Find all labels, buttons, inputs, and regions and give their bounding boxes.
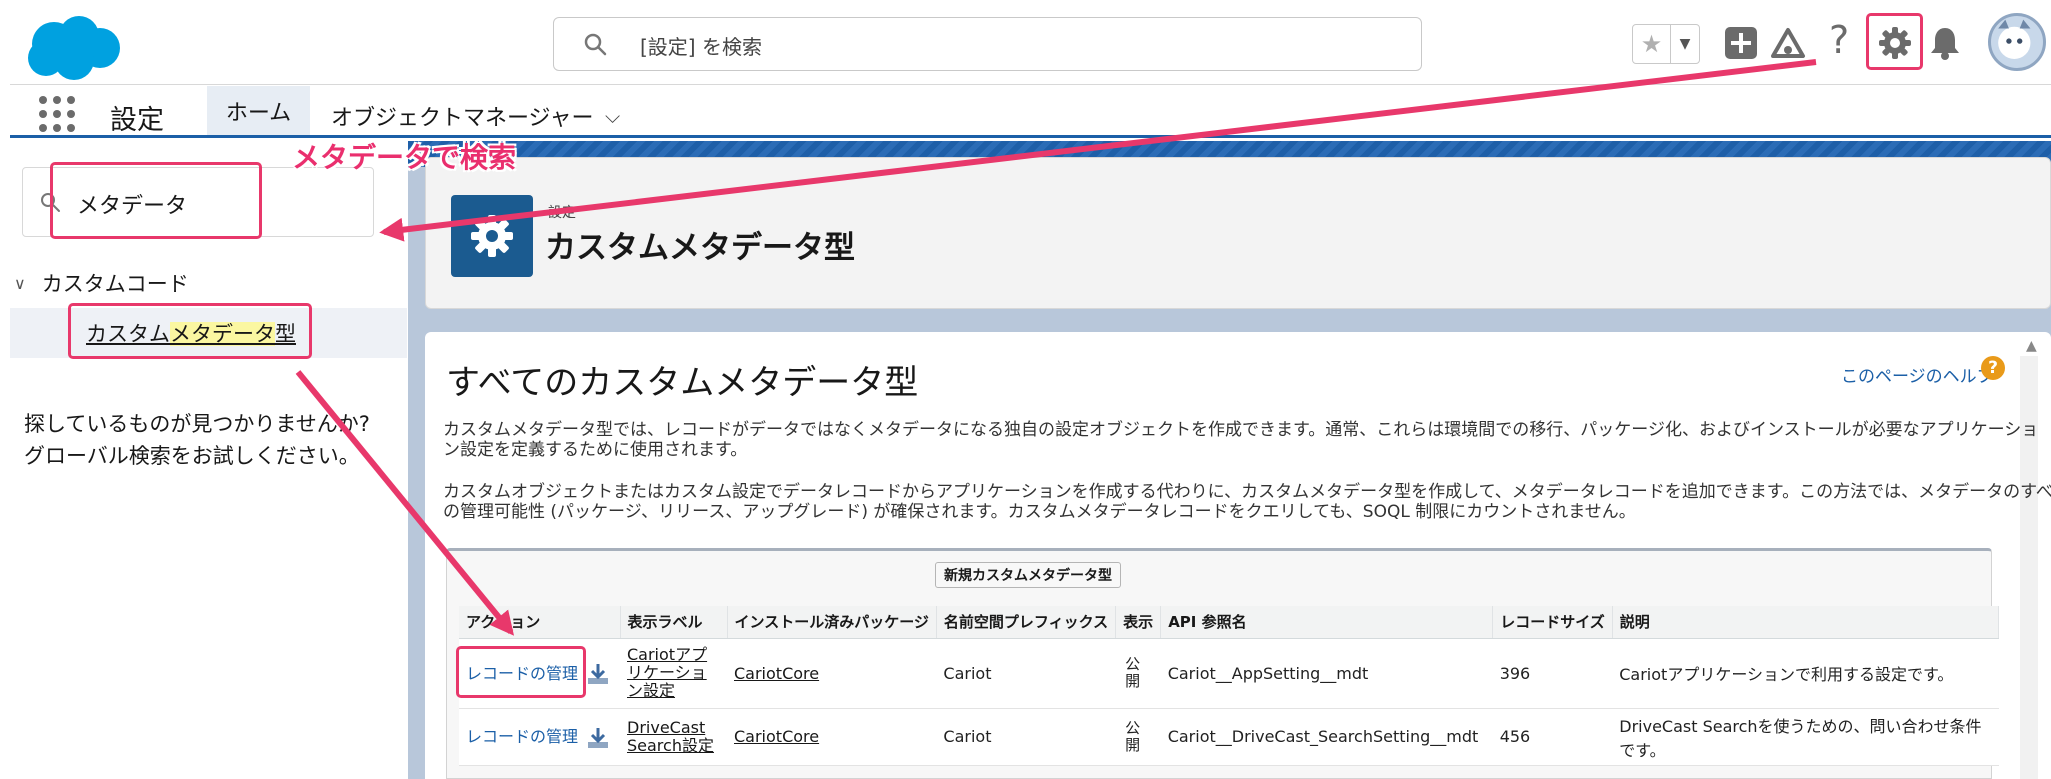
description-paragraph-2: カスタムオブジェクトまたはカスタム設定でデータレコードからアプリケーションを作成… [443, 482, 2051, 522]
column-header[interactable]: 名前空間プレフィックス [936, 606, 1117, 639]
not-found-message: 探しているものが見つかりませんか? グローバル検索をお試しください。 [24, 408, 370, 472]
table-header-row: アクション 表示ラベル インストール済みパッケージ 名前空間プレフィックス 表示… [459, 606, 2000, 639]
package-cell: CariotCore [727, 708, 937, 766]
new-custom-metadata-type-button[interactable]: 新規カスタムメタデータ型 [935, 562, 1121, 588]
download-icon[interactable] [586, 662, 610, 686]
column-header[interactable]: インストール済みパッケージ [727, 606, 937, 639]
chevron-down-icon[interactable]: ⌵ [605, 104, 620, 128]
app-launcher-icon[interactable] [38, 95, 76, 133]
annotation-box-quick-find [50, 162, 262, 239]
annotation-box-gear [1866, 13, 1923, 70]
metadata-types-table: アクション 表示ラベル インストール済みパッケージ 名前空間プレフィックス 表示… [459, 606, 2000, 766]
not-found-line-2: グローバル検索をお試しください。 [24, 444, 360, 468]
help-icon[interactable]: ? [1829, 18, 1849, 62]
visibility-value: 公開 [1125, 655, 1141, 690]
namespace-cell: Cariot [936, 708, 1116, 766]
description-line: カスタムメタデータ型では、レコードがデータではなくメタデータになる独自の設定オブ… [443, 420, 2039, 440]
favorites-button[interactable]: ★ ▼ [1632, 24, 1700, 64]
column-header[interactable]: 表示ラベル [620, 606, 728, 639]
global-search-input[interactable]: [設定] を検索 [553, 17, 1422, 71]
package-link[interactable]: CariotCore [734, 664, 819, 683]
content-title: すべてのカスタムメタデータ型 [446, 363, 919, 403]
package-cell: CariotCore [727, 638, 937, 709]
manage-records-link[interactable]: レコードの管理 [466, 727, 578, 746]
salesforce-cloud-logo[interactable] [24, 14, 122, 82]
not-found-line-1: 探しているものが見つかりませんか? [24, 412, 370, 436]
description-line: ン設定を定義するために使用されます。 [443, 440, 748, 460]
annotation-box-manage-records [456, 646, 586, 698]
description-line: の管理可能性 (パッケージ、リリース、アップグレード) が確保されます。カスタム… [443, 502, 1636, 522]
column-header[interactable]: 説明 [1612, 606, 2000, 639]
page-eyebrow: 設定 [548, 205, 576, 221]
description-paragraph-1: カスタムメタデータ型では、レコードがデータではなくメタデータになる独自の設定オブ… [443, 420, 2039, 460]
favorites-star-icon[interactable]: ★ [1633, 25, 1671, 63]
description-line: カスタムオブジェクトまたはカスタム設定でデータレコードからアプリケーションを作成… [443, 482, 2051, 502]
chevron-down-icon[interactable]: ∨ [14, 274, 26, 293]
tree-node-label: カスタムコード [41, 272, 189, 296]
annotation-box-tree-item [68, 303, 312, 359]
type-label-link[interactable]: DriveCast Search設定 [627, 718, 719, 755]
label-cell: Cariotアプリケーション設定 [620, 638, 727, 709]
favorites-dropdown-icon[interactable]: ▼ [1671, 25, 1699, 63]
table-row: レコードの管理 DriveCast Search設定 CariotCore Ca… [459, 708, 1999, 766]
column-header[interactable]: 表示 [1115, 606, 1162, 639]
record-size-cell: 456 [1492, 708, 1613, 766]
add-icon[interactable] [1724, 26, 1758, 60]
namespace-cell: Cariot [936, 638, 1116, 709]
column-header[interactable]: アクション [459, 606, 621, 639]
column-header[interactable]: レコードサイズ [1492, 606, 1613, 639]
api-name-cell: Cariot__DriveCast_SearchSetting__mdt [1160, 708, 1493, 766]
table-row: レコードの管理 Cariotアプリケーション設定 CariotCore Cari… [459, 638, 1999, 709]
visibility-cell: 公開 [1115, 638, 1161, 709]
help-link[interactable]: このページのヘルプ [1841, 362, 1994, 387]
avatar[interactable] [1988, 13, 2046, 71]
tab-object-manager[interactable]: オブジェクトマネージャー [331, 100, 593, 132]
annotation-label: メタデータで検索 [292, 141, 517, 174]
scroll-up-arrow-icon[interactable]: ▲ [2026, 338, 2037, 354]
label-cell: DriveCast Search設定 [620, 708, 727, 766]
tab-home[interactable]: ホーム [207, 86, 310, 138]
app-nav-bar [10, 84, 2051, 138]
visibility-value: 公開 [1125, 718, 1141, 754]
visibility-cell: 公開 [1115, 708, 1161, 766]
global-search-placeholder: [設定] を検索 [640, 35, 762, 59]
help-icon[interactable]: ? [1981, 356, 2005, 380]
trailhead-icon[interactable] [1769, 26, 1807, 62]
tree-node-custom-code[interactable]: ∨ カスタムコード [14, 268, 189, 298]
type-label-link[interactable]: Cariotアプリケーション設定 [627, 646, 719, 700]
column-header[interactable]: API 参照名 [1160, 606, 1494, 639]
download-icon[interactable] [586, 726, 610, 750]
api-name-cell: Cariot__AppSetting__mdt [1160, 638, 1493, 709]
description-cell: Cariotアプリケーションで利用する設定です。 [1612, 638, 1999, 709]
app-name: 設定 [110, 105, 164, 136]
setup-gear-icon [451, 195, 533, 277]
package-link[interactable]: CariotCore [734, 727, 819, 746]
record-size-cell: 396 [1492, 638, 1613, 709]
bell-icon[interactable] [1929, 25, 1961, 61]
action-cell: レコードの管理 [459, 708, 620, 766]
search-icon [584, 33, 607, 56]
description-cell: DriveCast Searchを使うための、問い合わせ条件です。 [1612, 708, 1999, 766]
page-title: カスタムメタデータ型 [545, 230, 855, 266]
